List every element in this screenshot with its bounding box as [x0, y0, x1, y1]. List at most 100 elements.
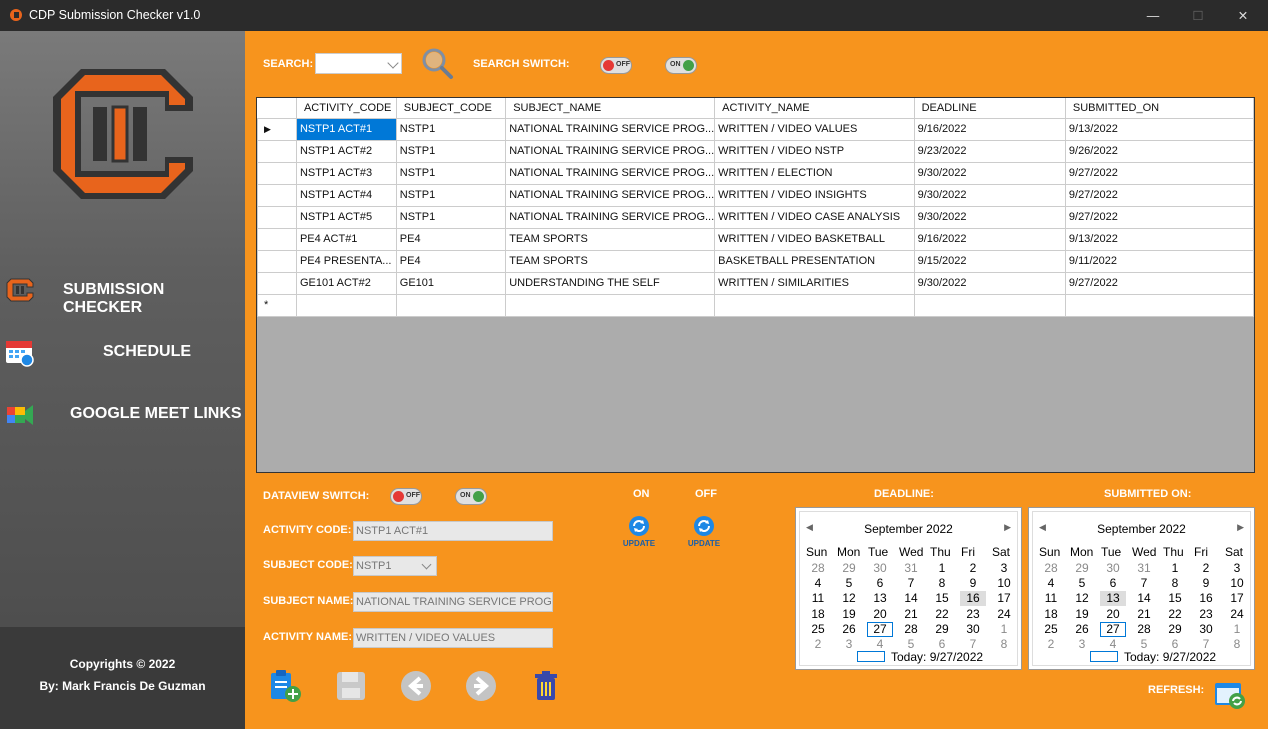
calendar-day[interactable]: 8 — [929, 576, 955, 591]
column-header[interactable]: ACTIVITY_NAME — [714, 98, 915, 119]
calendar-day[interactable]: 12 — [1069, 591, 1095, 606]
calendar-day[interactable]: 20 — [867, 607, 893, 622]
row-header[interactable] — [257, 183, 297, 207]
dataview-switch-off[interactable]: OFF — [390, 488, 422, 505]
close-button[interactable]: ✕ — [1220, 0, 1266, 31]
calendar-day[interactable]: 30 — [1100, 561, 1126, 576]
table-cell[interactable] — [913, 293, 1066, 317]
calendar-day[interactable]: 23 — [960, 607, 986, 622]
calendar-day[interactable]: 17 — [991, 591, 1017, 606]
calendar-day[interactable]: 9 — [1193, 576, 1219, 591]
calendar-day[interactable]: 7 — [898, 576, 924, 591]
calendar-day[interactable]: 18 — [805, 607, 831, 622]
calendar-day[interactable]: 25 — [805, 622, 831, 637]
minimize-button[interactable]: — — [1130, 0, 1176, 31]
table-cell[interactable]: 9/27/2022 — [1064, 271, 1255, 295]
calendar-day[interactable]: 14 — [898, 591, 924, 606]
prev-month-icon[interactable]: ◀ — [806, 522, 813, 533]
calendar-day[interactable]: 5 — [836, 576, 862, 591]
calendar-day[interactable]: 22 — [1162, 607, 1188, 622]
update-on-button[interactable]: UPDATE — [619, 515, 659, 555]
sidebar-item-submission-checker[interactable]: SUBMISSION CHECKER — [0, 270, 245, 316]
subject-name-field[interactable]: NATIONAL TRAINING SERVICE PROGRAM — [353, 592, 553, 612]
row-header[interactable] — [257, 249, 297, 273]
column-header[interactable]: SUBJECT_NAME — [505, 98, 716, 119]
table-cell[interactable]: 9/30/2022 — [913, 183, 1066, 207]
table-cell[interactable]: PE4 — [395, 249, 507, 273]
table-row[interactable]: NSTP1 ACT#5 NSTP1 NATIONAL TRAINING SERVIC… — [257, 205, 1255, 229]
calendar-day[interactable]: 18 — [1038, 607, 1064, 622]
table-cell[interactable]: 9/30/2022 — [913, 161, 1066, 185]
table-cell[interactable]: NATIONAL TRAINING SERVICE PROG... — [505, 117, 716, 141]
sidebar-item-google-meet-links[interactable]: GOOGLE MEET LINKS — [0, 394, 245, 434]
table-cell[interactable]: TEAM SPORTS — [505, 227, 716, 251]
row-header[interactable] — [257, 161, 297, 185]
calendar-day[interactable]: 30 — [867, 561, 893, 576]
table-cell[interactable]: 9/23/2022 — [913, 139, 1066, 163]
table-cell[interactable]: NSTP1 ACT#5 — [295, 205, 397, 229]
calendar-day[interactable]: 2 — [1038, 637, 1064, 652]
table-row[interactable]: PE4 PRESENTA... PE4 TEAM SPORTS BASKETBALL … — [257, 249, 1255, 273]
table-cell[interactable]: NSTP1 — [395, 161, 507, 185]
calendar-day[interactable]: 26 — [836, 622, 862, 637]
table-cell[interactable]: WRITTEN / VIDEO VALUES — [714, 117, 915, 141]
calendar-day[interactable]: 4 — [1038, 576, 1064, 591]
table-cell[interactable]: WRITTEN / ELECTION — [714, 161, 915, 185]
calendar-day[interactable]: 2 — [960, 561, 986, 576]
table-cell[interactable]: NSTP1 ACT#1 — [295, 117, 397, 141]
calendar-day[interactable]: 13 — [867, 591, 893, 606]
table-cell[interactable]: NATIONAL TRAINING SERVICE PROG... — [505, 139, 716, 163]
calendar-day[interactable]: 24 — [1224, 607, 1250, 622]
calendar-day[interactable]: 6 — [1100, 576, 1126, 591]
table-cell[interactable]: NATIONAL TRAINING SERVICE PROG... — [505, 183, 716, 207]
deadline-calendar[interactable]: September 2022 ◀ ▶ Sun Mon Tue Wed Thu Fri Sat 28 2… — [795, 507, 1022, 670]
table-cell[interactable]: 9/27/2022 — [1064, 161, 1255, 185]
row-header[interactable] — [257, 205, 297, 229]
calendar-day[interactable]: 29 — [836, 561, 862, 576]
add-record-icon[interactable] — [267, 668, 303, 704]
calendar-day[interactable]: 24 — [991, 607, 1017, 622]
table-cell[interactable]: 9/27/2022 — [1064, 183, 1255, 207]
table-cell[interactable]: WRITTEN / VIDEO INSIGHTS — [714, 183, 915, 207]
refresh-window-icon[interactable] — [1213, 681, 1247, 711]
calendar-day[interactable]: 27 — [867, 621, 893, 637]
save-icon[interactable] — [333, 668, 369, 704]
table-cell[interactable]: GE101 — [395, 271, 507, 295]
calendar-day[interactable]: 23 — [1193, 607, 1219, 622]
table-cell[interactable]: WRITTEN / SIMILARITIES — [714, 271, 915, 295]
row-header[interactable]: ▶ — [257, 117, 297, 141]
table-cell[interactable]: NSTP1 — [395, 139, 507, 163]
calendar-day[interactable]: 29 — [1162, 622, 1188, 637]
calendar-day[interactable]: 1 — [991, 622, 1017, 637]
calendar-day[interactable]: 3 — [1069, 637, 1095, 652]
calendar-day[interactable]: 9 — [960, 576, 986, 591]
calendar-day[interactable]: 11 — [805, 591, 831, 606]
calendar-day[interactable]: 11 — [1038, 591, 1064, 606]
calendar-day[interactable]: 1 — [1224, 622, 1250, 637]
column-header[interactable]: SUBJECT_CODE — [396, 98, 507, 119]
today-link[interactable]: Today: 9/27/2022 — [1124, 650, 1216, 664]
table-cell[interactable]: 9/15/2022 — [913, 249, 1066, 273]
table-row[interactable]: NSTP1 ACT#4 NSTP1 NATIONAL TRAINING SERVIC… — [257, 183, 1255, 207]
table-cell[interactable]: BASKETBALL PRESENTATION — [714, 249, 915, 273]
calendar-day[interactable]: 25 — [1038, 622, 1064, 637]
today-link[interactable]: Today: 9/27/2022 — [891, 650, 983, 664]
activity-code-field[interactable]: NSTP1 ACT#1 — [353, 521, 553, 541]
calendar-day[interactable]: 8 — [991, 637, 1017, 652]
table-cell[interactable]: NSTP1 ACT#2 — [295, 139, 397, 163]
column-header[interactable]: DEADLINE — [914, 98, 1066, 119]
calendar-day[interactable]: 2 — [1193, 561, 1219, 576]
calendar-day[interactable]: 4 — [1100, 637, 1126, 652]
table-cell[interactable]: NATIONAL TRAINING SERVICE PROG... — [505, 161, 716, 185]
activity-name-field[interactable]: WRITTEN / VIDEO VALUES — [353, 628, 553, 648]
data-grid[interactable]: ACTIVITY_CODE SUBJECT_CODE SUBJECT_NAME … — [256, 97, 1255, 473]
prev-month-icon[interactable]: ◀ — [1039, 522, 1046, 533]
table-cell[interactable] — [395, 293, 507, 317]
column-header[interactable]: SUBMITTED_ON — [1065, 98, 1255, 119]
calendar-day[interactable]: 8 — [1224, 637, 1250, 652]
submitted-on-calendar[interactable]: September 2022 ◀ ▶ Sun Mon Tue Wed Thu Fri Sat 28 2… — [1028, 507, 1255, 670]
previous-icon[interactable] — [398, 668, 434, 704]
table-cell[interactable] — [505, 293, 716, 317]
table-cell[interactable]: NSTP1 ACT#3 — [295, 161, 397, 185]
calendar-day[interactable]: 28 — [898, 622, 924, 637]
